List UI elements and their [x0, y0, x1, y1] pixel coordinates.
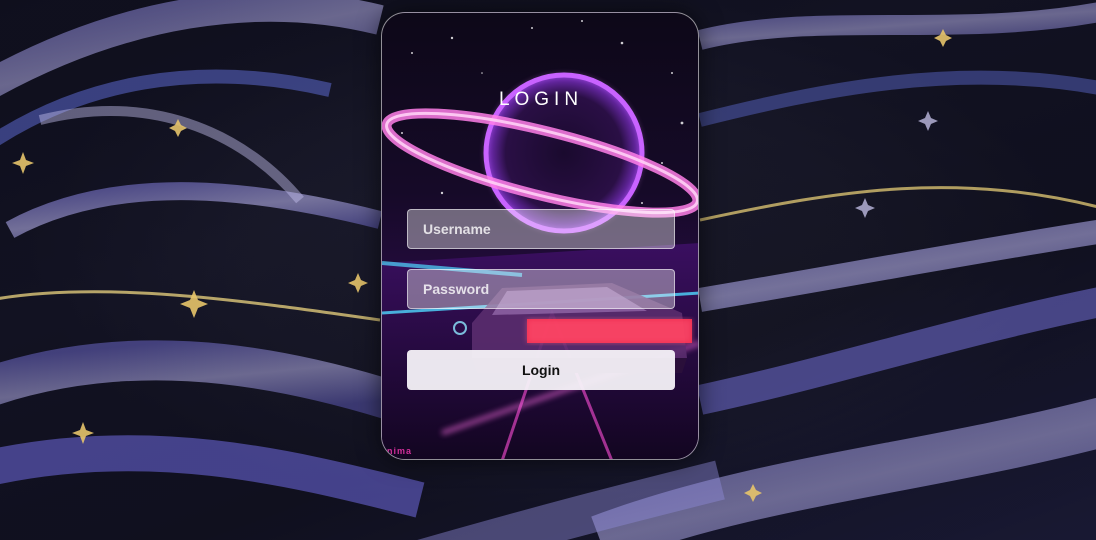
login-title: LOGIN [498, 89, 584, 110]
login-card: LOGIN Login nima [381, 12, 699, 460]
login-button[interactable]: Login [407, 350, 675, 390]
password-input[interactable] [407, 269, 675, 309]
login-page: LOGIN Login nima [0, 0, 1096, 540]
artist-watermark: nima [387, 446, 413, 456]
username-input[interactable] [407, 209, 675, 249]
